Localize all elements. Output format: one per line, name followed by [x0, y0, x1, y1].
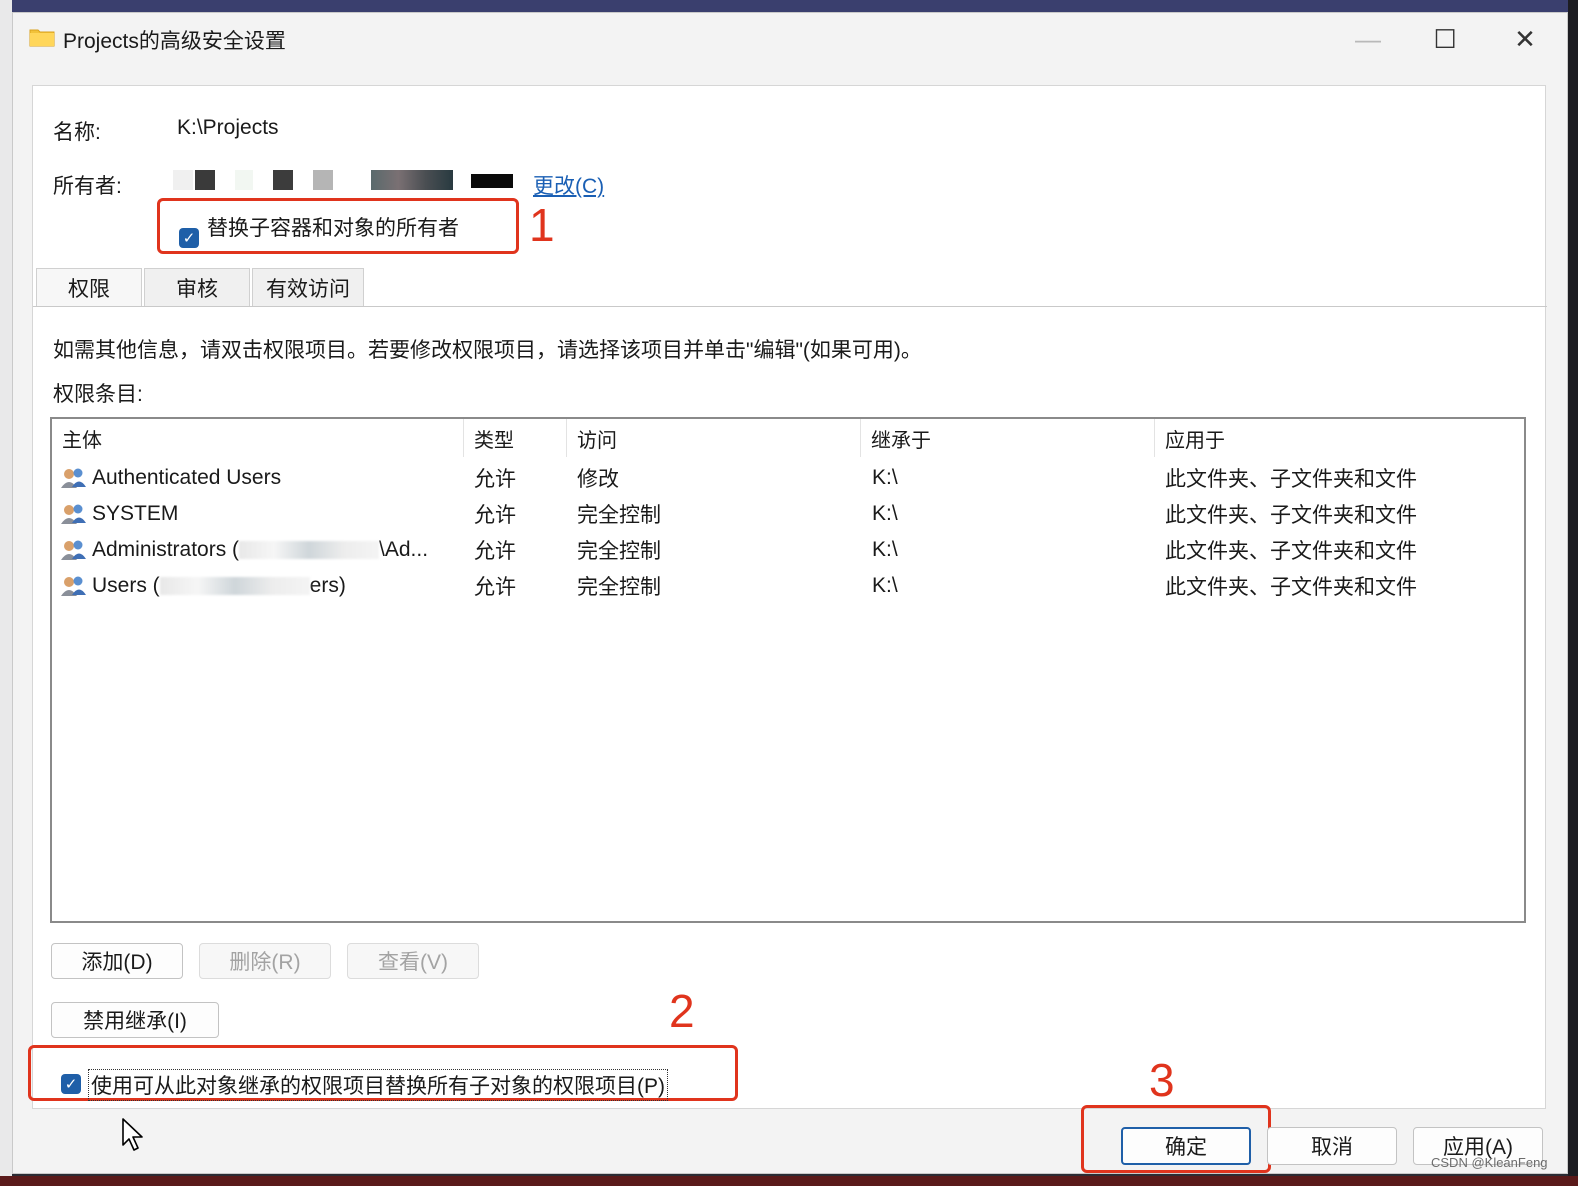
- replace-child-permissions-checkbox[interactable]: ✓: [61, 1074, 81, 1094]
- column-header-inherited-from[interactable]: 继承于: [861, 419, 1155, 457]
- entry-access: 完全控制: [577, 540, 661, 563]
- tab-permissions[interactable]: 权限: [36, 268, 142, 306]
- permission-entries-label: 权限条目:: [53, 383, 143, 406]
- column-header-applies-to[interactable]: 应用于: [1155, 419, 1525, 457]
- redacted-region: [159, 577, 310, 595]
- annotation-box-1: [157, 198, 519, 254]
- users-group-icon: [61, 504, 86, 524]
- background-left: [0, 0, 12, 1186]
- annotation-number-3: 3: [1149, 1054, 1175, 1106]
- entry-applies-to: 此文件夹、子文件夹和文件: [1165, 504, 1417, 527]
- redacted-region: [239, 541, 380, 559]
- tab-auditing[interactable]: 审核: [144, 268, 250, 306]
- permission-entries-list[interactable]: 主体 类型 访问 继承于 应用于 Authenticated Users 允许 …: [50, 417, 1526, 923]
- ok-button[interactable]: 确定: [1121, 1127, 1251, 1165]
- column-header-access[interactable]: 访问: [567, 419, 861, 457]
- entry-type: 允许: [474, 576, 516, 599]
- principal-name: Users (: [92, 574, 160, 597]
- background-bottom: [0, 1176, 1578, 1186]
- dialog-content: 名称: K:\Projects 所有者: 更改(C) ✓ 替换子容器和对象的所有…: [28, 85, 1547, 1109]
- entry-type: 允许: [474, 504, 516, 527]
- table-row[interactable]: SYSTEM 允许 完全控制 K:\ 此文件夹、子文件夹和文件: [52, 496, 1524, 532]
- principal-name-suffix: \Ad...: [379, 538, 429, 561]
- mouse-cursor-icon: [122, 1118, 143, 1151]
- entry-applies-to: 此文件夹、子文件夹和文件: [1165, 576, 1417, 599]
- info-text: 如需其他信息，请双击权限项目。若要修改权限项目，请选择该项目并单击"编辑"(如果…: [53, 339, 922, 362]
- annotation-number-1: 1: [529, 199, 555, 251]
- column-header-principal[interactable]: 主体: [52, 419, 464, 457]
- name-value: K:\Projects: [177, 116, 279, 139]
- entry-inherited-from: K:\: [872, 466, 898, 489]
- cancel-button[interactable]: 取消: [1267, 1127, 1397, 1165]
- annotation-number-2: 2: [669, 985, 695, 1037]
- maximize-button[interactable]: ☐: [1415, 19, 1475, 59]
- entry-applies-to: 此文件夹、子文件夹和文件: [1165, 468, 1417, 491]
- entry-applies-to: 此文件夹、子文件夹和文件: [1165, 540, 1417, 563]
- entry-type: 允许: [474, 540, 516, 563]
- watermark: CSDN @KleanFeng: [1431, 1155, 1548, 1170]
- advanced-security-dialog: Projects的高级安全设置 — ☐ ✕ 名称: K:\Projects 所有…: [12, 12, 1568, 1174]
- entry-type: 允许: [474, 468, 516, 491]
- entry-inherited-from: K:\: [872, 574, 898, 597]
- column-header-type[interactable]: 类型: [464, 419, 567, 457]
- title-bar[interactable]: Projects的高级安全设置 — ☐ ✕: [13, 13, 1567, 63]
- window-title: Projects的高级安全设置: [63, 30, 286, 53]
- entry-access: 修改: [577, 468, 619, 491]
- entry-inherited-from: K:\: [872, 538, 898, 561]
- principal-name: SYSTEM: [92, 502, 179, 525]
- folder-icon: [29, 29, 55, 47]
- table-row[interactable]: Authenticated Users 允许 修改 K:\ 此文件夹、子文件夹和…: [52, 460, 1524, 496]
- entry-inherited-from: K:\: [872, 502, 898, 525]
- users-group-icon: [61, 576, 86, 596]
- background-right: [1568, 0, 1578, 1186]
- entry-access: 完全控制: [577, 576, 661, 599]
- users-group-icon: [61, 540, 86, 560]
- add-button[interactable]: 添加(D): [51, 943, 183, 979]
- close-button[interactable]: ✕: [1495, 19, 1555, 59]
- replace-child-permissions-label[interactable]: 使用可从此对象继承的权限项目替换所有子对象的权限项目(P): [88, 1069, 668, 1101]
- view-button[interactable]: 查看(V): [347, 943, 479, 979]
- name-label: 名称:: [53, 121, 101, 144]
- table-row[interactable]: Users ( ers) 允许 完全控制 K:\ 此文件夹、子文件夹和文件: [52, 568, 1524, 604]
- principal-name-suffix: ers): [309, 574, 346, 597]
- tab-bar: 权限 审核 有效访问: [33, 268, 1547, 307]
- tab-effective-access[interactable]: 有效访问: [252, 268, 364, 306]
- remove-button[interactable]: 删除(R): [199, 943, 331, 979]
- change-owner-link[interactable]: 更改(C): [533, 170, 604, 200]
- owner-label: 所有者:: [53, 175, 122, 198]
- background-strip: [0, 0, 1578, 12]
- principal-name: Administrators (: [92, 538, 240, 561]
- owner-value-redacted: [173, 170, 533, 192]
- table-row[interactable]: Administrators ( \Ad... 允许 完全控制 K:\ 此文件夹…: [52, 532, 1524, 568]
- principal-name: Authenticated Users: [92, 466, 282, 489]
- disable-inheritance-button[interactable]: 禁用继承(I): [51, 1002, 219, 1038]
- users-group-icon: [61, 468, 86, 488]
- minimize-button[interactable]: —: [1338, 19, 1398, 59]
- entry-access: 完全控制: [577, 504, 661, 527]
